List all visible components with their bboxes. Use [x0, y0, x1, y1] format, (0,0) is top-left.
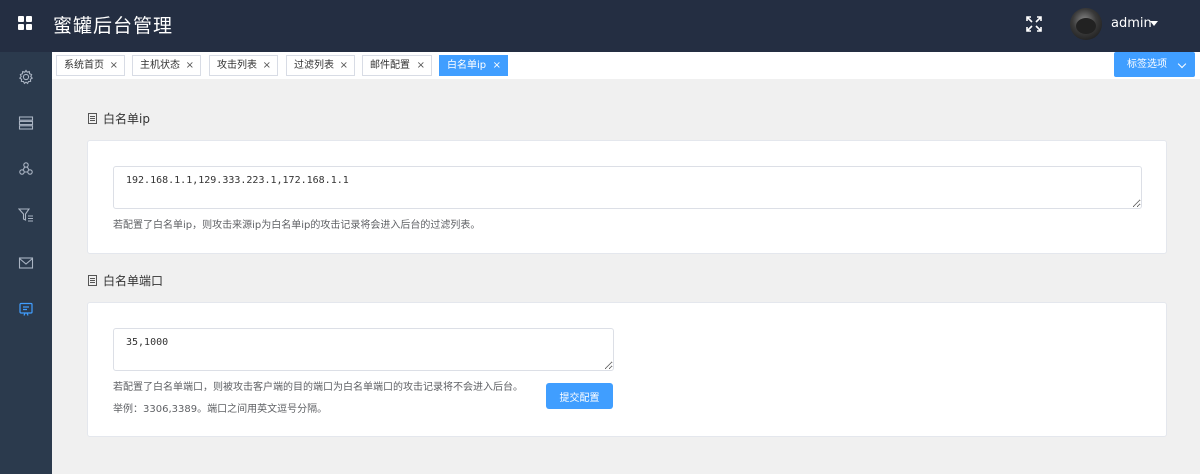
- close-icon[interactable]: ×: [417, 56, 425, 75]
- tags-bar: 系统首页 × 主机状态 × 攻击列表 × 过滤列表 × 邮件配置 × 白名单ip…: [52, 52, 1200, 79]
- filter-list-icon[interactable]: [18, 207, 34, 223]
- tab-system-home[interactable]: 系统首页 ×: [56, 55, 125, 76]
- whitelist-ip-card: 若配置了白名单ip，则攻击来源ip为白名单ip的攻击记录将会进入后台的过滤列表。: [87, 140, 1167, 254]
- whitelist-ip-textarea[interactable]: [113, 166, 1142, 209]
- whitelist-port-card: 若配置了白名单端口，则被攻击客户端的目的端口为白名单端口的攻击记录将不会进入后台…: [87, 302, 1167, 437]
- avatar[interactable]: [1070, 8, 1102, 40]
- chevron-down-icon: [1177, 59, 1187, 69]
- tab-label: 攻击列表: [217, 60, 257, 71]
- sidebar: [0, 52, 52, 474]
- server-icon[interactable]: [18, 115, 34, 131]
- close-icon[interactable]: ×: [263, 56, 271, 75]
- grid-icon[interactable]: [18, 16, 32, 30]
- tab-attack-list[interactable]: 攻击列表 ×: [209, 55, 278, 76]
- username[interactable]: admin: [1111, 16, 1152, 31]
- tab-whitelist-ip[interactable]: 白名单ip ×: [439, 55, 508, 76]
- top-bar: 蜜罐后台管理 admin: [0, 0, 1200, 52]
- tab-label: 白名单ip: [447, 60, 487, 71]
- whitelist-port-heading-text: 白名单端口: [103, 274, 164, 288]
- caret-down-icon[interactable]: [1150, 21, 1158, 26]
- tab-label: 过滤列表: [294, 60, 334, 71]
- tab-label: 系统首页: [64, 60, 104, 71]
- whitelist-icon[interactable]: [18, 301, 34, 317]
- whitelist-port-example: 举例：3306,3389。端口之间用英文逗号分隔。: [113, 404, 328, 415]
- tab-label: 邮件配置: [370, 60, 410, 71]
- close-icon[interactable]: ×: [493, 56, 501, 75]
- tab-label: 主机状态: [140, 60, 180, 71]
- whitelist-ip-heading-text: 白名单ip: [103, 112, 150, 126]
- tag-options-label: 标签选项: [1127, 59, 1167, 70]
- fullscreen-icon[interactable]: [1026, 16, 1042, 32]
- document-icon: [88, 275, 97, 286]
- whitelist-port-heading: 白名单端口: [88, 272, 163, 289]
- tab-mail-config[interactable]: 邮件配置 ×: [362, 55, 432, 76]
- tab-filter-list[interactable]: 过滤列表 ×: [286, 55, 355, 76]
- close-icon[interactable]: ×: [186, 56, 194, 75]
- whitelist-ip-heading: 白名单ip: [88, 110, 150, 127]
- tab-host-status[interactable]: 主机状态 ×: [132, 55, 201, 76]
- close-icon[interactable]: ×: [110, 56, 118, 75]
- document-icon: [88, 113, 97, 124]
- settings-icon[interactable]: [18, 69, 34, 85]
- tag-options-button[interactable]: 标签选项: [1114, 52, 1195, 77]
- app-title: 蜜罐后台管理: [53, 15, 174, 37]
- whitelist-ip-hint: 若配置了白名单ip，则攻击来源ip为白名单ip的攻击记录将会进入后台的过滤列表。: [113, 220, 481, 231]
- attack-icon[interactable]: [18, 161, 34, 177]
- whitelist-port-textarea[interactable]: [113, 328, 614, 371]
- close-icon[interactable]: ×: [340, 56, 348, 75]
- submit-config-button[interactable]: 提交配置: [546, 383, 613, 409]
- mail-icon[interactable]: [18, 255, 34, 271]
- whitelist-port-hint: 若配置了白名单端口，则被攻击客户端的目的端口为白名单端口的攻击记录将不会进入后台…: [113, 382, 523, 393]
